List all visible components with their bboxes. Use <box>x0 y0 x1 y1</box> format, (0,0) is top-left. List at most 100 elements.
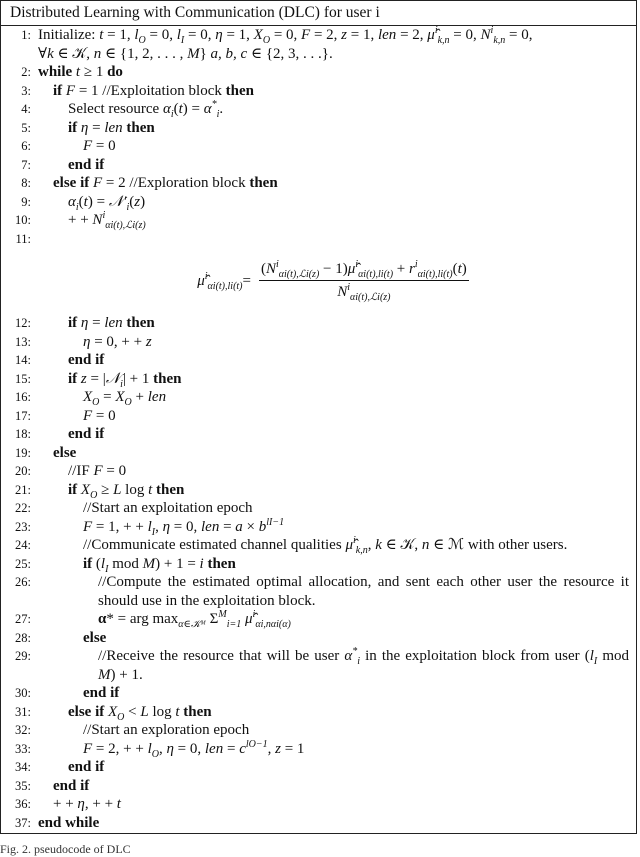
math-symbol: α*i <box>203 99 220 120</box>
algorithm-line: 33: F = 2, + + lO, η = 0, len = clO−1, z … <box>1 739 635 759</box>
text: = 1, + + <box>92 518 148 535</box>
text: log <box>148 703 176 720</box>
line-number: 37: <box>15 815 31 830</box>
text: ∈ {2, 3, . . .}. <box>247 45 333 62</box>
math-symbol: F <box>83 740 93 757</box>
math-symbol: α*i <box>344 646 360 667</box>
text: = 1, <box>347 27 378 43</box>
subscript: αi(t),li(t) <box>207 280 243 292</box>
text: mod <box>597 648 629 664</box>
text: + + <box>68 212 93 228</box>
math-symbol: F <box>83 138 93 154</box>
subscript: αi(t),ℒi(z) <box>350 292 391 303</box>
line-number: 24: <box>15 538 31 552</box>
text: //Compute the estimated optimal allocati… <box>98 574 629 609</box>
algorithm-line: 30: end if <box>1 684 635 703</box>
text: ≥ 1 <box>80 64 108 80</box>
algorithm-line: ∀k ∈ 𝒦, n ∈ {1, 2, . . . , M} a, b, c ∈ … <box>1 45 635 64</box>
algorithm-box: Distributed Learning with Communication … <box>0 0 637 834</box>
keyword: then <box>122 119 155 136</box>
text: = 0, + + <box>90 333 146 350</box>
text: ) + 1 = <box>155 555 200 572</box>
update-formula: μ̂iαi(t),li(t) = (Niαi(t),ℒi(z) − 1)μ̂iα… <box>1 248 635 314</box>
text: = 2, <box>310 27 342 43</box>
math-symbol: αi <box>68 193 79 213</box>
keyword: if <box>68 119 81 136</box>
line-content: F = 1, + + lI, η = 0, len = a × blI−1 <box>83 517 635 537</box>
algorithm-line: 29: //Receive the resource that will be u… <box>1 647 635 684</box>
text: = 1 //Exploitation block <box>75 82 226 99</box>
algorithm-line: 35: end if <box>1 777 635 796</box>
line-number: 36: <box>15 797 31 811</box>
algorithm-line: 9: αi(t) = 𝒩′i(z) <box>1 193 635 213</box>
algorithm-line: 7: end if <box>1 156 635 175</box>
line-content: else <box>83 629 635 648</box>
line-content: //Start an exploration epoch <box>83 721 635 740</box>
line-number: 22: <box>15 501 31 515</box>
text: ) <box>140 193 146 210</box>
math-symbol: M <box>142 555 156 572</box>
line-number: 28: <box>15 630 31 645</box>
line-content: XO = XO + len <box>83 388 635 408</box>
math-symbol: F <box>83 518 93 535</box>
math-symbol: L <box>140 703 149 720</box>
text: ) <box>461 261 467 277</box>
text: = 0 <box>92 407 116 424</box>
subscript: αi(t),li(t) <box>358 269 394 280</box>
algorithm-lines: 1: Initialize: t = 1, lO = 0, lI = 0, η =… <box>1 26 635 832</box>
line-content: //IF F = 0 <box>68 462 635 481</box>
algorithm-line: 2: while t ≥ 1 do <box>1 63 635 82</box>
line-number: 21: <box>15 482 31 497</box>
line-content: end if <box>53 777 635 796</box>
math-symbol: XO <box>80 481 98 501</box>
keyword: if <box>68 315 81 331</box>
algorithm-line: 19: else <box>1 444 635 463</box>
keyword: then <box>153 370 182 387</box>
math-symbol: len <box>377 27 397 43</box>
line-number: 17: <box>15 408 31 423</box>
line-number: 14: <box>15 353 31 367</box>
math-symbol: a <box>235 518 243 535</box>
line-content: end if <box>83 684 635 703</box>
algorithm-line: 13: η = 0, + + z <box>1 333 635 352</box>
algorithm-line: 15: if z = |𝒩i| + 1 then <box>1 370 635 390</box>
line-content: Initialize: t = 1, lO = 0, lI = 0, η = 1… <box>38 26 635 46</box>
line-number: 4: <box>21 102 31 116</box>
algorithm-line: 3: if F = 1 //Exploitation block then <box>1 82 635 101</box>
line-content: //Communicate estimated channel qualitie… <box>83 536 635 556</box>
text: Initialize: <box>38 27 100 43</box>
text: ) + 1. <box>110 666 143 683</box>
text: × <box>242 518 259 535</box>
math-symbol: M <box>187 45 200 62</box>
superscript: M <box>218 609 227 620</box>
text: = <box>219 518 236 535</box>
line-content: F = 2, + + lO, η = 0, len = clO−1, z = 1 <box>83 739 635 759</box>
algorithm-line: 10: + + Niαi(t),ℒi(z) <box>1 211 635 231</box>
text: = 0, <box>145 27 177 43</box>
math-symbol: len <box>204 740 224 757</box>
algorithm-line: 21: if XO ≥ L log t then <box>1 481 635 501</box>
text: + <box>131 389 148 405</box>
math-symbol: η <box>166 740 174 757</box>
math-symbol: riαi(t),li(t) <box>409 259 453 280</box>
algorithm-line: 16: XO = XO + len <box>1 388 635 408</box>
math-symbol: len <box>104 315 123 331</box>
algorithm-line: 18: end if <box>1 425 635 444</box>
text: = 2, + + <box>92 740 148 757</box>
math-symbol: F <box>83 407 93 424</box>
math-symbol: η <box>215 27 223 43</box>
keyword: else <box>53 444 77 461</box>
text: //Start an exploration epoch <box>83 722 250 738</box>
math-symbol: 𝒩′i <box>108 193 130 213</box>
line-content: Select resource αi(t) = α*i. <box>68 99 635 120</box>
math-symbol: z <box>145 333 152 350</box>
math-symbol: lO <box>134 27 146 46</box>
keyword: if <box>83 555 96 572</box>
text: . <box>219 101 224 117</box>
algorithm-line: 17: F = 0 <box>1 407 635 426</box>
line-number: 18: <box>15 427 31 441</box>
text: + <box>393 261 409 277</box>
algorithm-line: 8: else if F = 2 //Exploration block then <box>1 174 635 193</box>
math-symbol: len <box>104 119 123 136</box>
text: + + <box>53 796 78 812</box>
